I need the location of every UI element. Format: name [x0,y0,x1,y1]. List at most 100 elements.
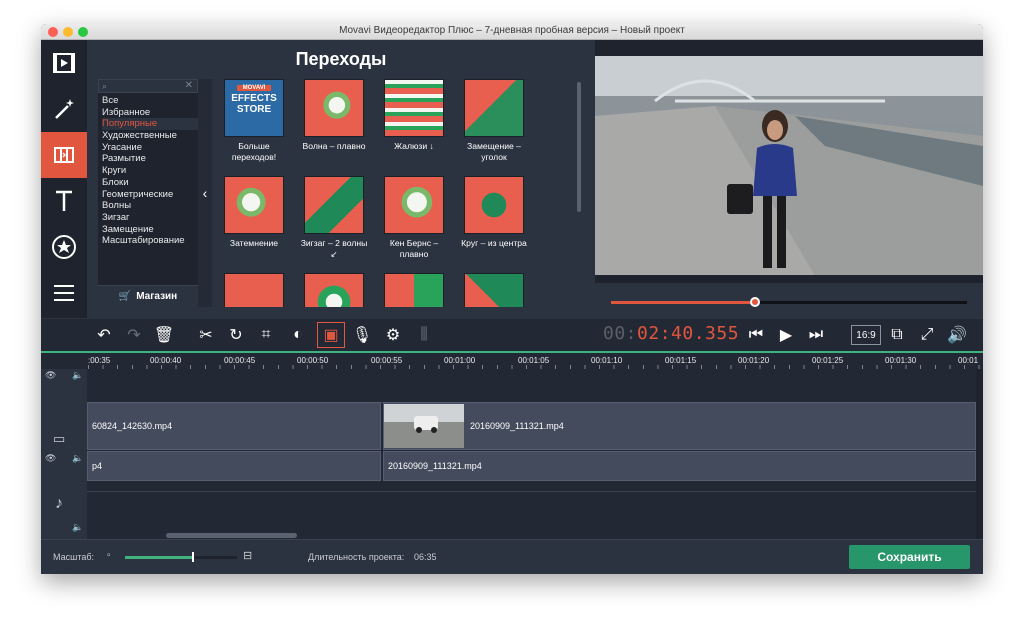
zoom-out-icon[interactable]: ▫ [107,550,111,561]
cut-button[interactable]: ✂ [192,322,220,348]
volume-icon: 🔊 [947,327,967,344]
category-item[interactable]: Избранное [102,107,198,119]
save-button[interactable]: Сохранить [849,545,970,569]
undo-button[interactable]: ↶ [90,322,118,348]
transitions-scrollbar[interactable] [577,82,581,212]
category-item[interactable]: Художественные [102,130,198,142]
stickers-button[interactable] [41,224,87,270]
eye-icon[interactable]: 👁 [45,453,56,464]
timeline: 👁 🔈 ▭ 👁 🔈 ♪ 🔈 60824_142630.mp4 20160909_… [41,369,983,539]
transition-tile[interactable]: Жалюзи ↓ [376,79,452,152]
category-item-selected[interactable]: Популярные [102,118,198,131]
preview-footer [595,275,983,283]
contrast-icon: ◐ [293,326,303,343]
category-search-input[interactable]: ⌕ ✕ [98,79,198,93]
eye-icon[interactable]: 👁 [45,370,56,381]
transition-tile[interactable] [216,273,292,307]
category-item[interactable]: Замещение [102,224,198,236]
fullscreen-button[interactable]: ⤢ [913,322,941,348]
ken-burns-thumbnail [384,176,444,234]
delete-button[interactable]: 🗑 [150,322,178,348]
transition-tile[interactable]: Волна – плавно [296,79,372,152]
aspect-ratio-button[interactable]: 16:9 [851,325,881,345]
list-icon [54,285,74,301]
category-item[interactable]: Волны [102,200,198,212]
transition-label: Волна – плавно [302,141,366,151]
category-item[interactable]: Блоки [102,177,198,189]
category-item[interactable]: Зигзаг [102,212,198,224]
skip-forward-button[interactable]: ⏭ [802,322,830,348]
transition-label: Затемнение [229,238,279,248]
clip-properties-button[interactable]: ⚙ [379,322,407,348]
timeline-vertical-scrollbar[interactable] [976,369,983,539]
video-clip[interactable]: 60824_142630.mp4 [87,402,381,450]
redo-button[interactable]: ↷ [120,322,148,348]
zoom-slider-handle[interactable] [192,552,195,562]
category-panel: ⌕ ✕ Все Избранное Популярные Художествен… [98,79,198,307]
video-track-icon: ▭ [53,431,66,446]
status-bar: Масштаб: ▫ ⊟ Длительность проекта: 06:35 [41,539,983,574]
partial-thumbnail [384,273,444,307]
skip-back-button[interactable]: ⏮ [742,322,770,348]
category-item[interactable]: Все [102,95,198,107]
timeline-horizontal-scrollbar[interactable] [166,533,297,538]
clip-thumbnail [384,404,464,448]
image-icon: ▣ [323,327,339,344]
fullscreen-icon: ⤢ [920,326,934,343]
transition-tile[interactable]: Замещение – уголок [456,79,532,163]
transition-tile[interactable]: Зигзаг – 2 волны ↙ [296,176,372,260]
partial-thumbnail [304,273,364,307]
track-divider [87,491,977,492]
speaker-icon[interactable]: 🔈 [72,453,83,464]
chevron-left-icon: ‹ [202,185,208,201]
import-media-button[interactable] [41,40,87,86]
timeline-ruler[interactable]: :00:35 00:00:40 00:00:45 00:00:50 00:00:… [41,351,983,370]
more-tools-button[interactable] [41,270,87,316]
zoom-in-icon[interactable]: ⊟ [243,549,252,562]
transition-tile[interactable] [456,273,532,307]
transitions-button[interactable] [41,132,87,178]
video-clip[interactable]: 20160909_111321.mp4 [383,402,976,450]
zoom-slider[interactable] [125,552,237,562]
store-line-2: STORE [236,104,272,115]
ruler-label: 00:01:25 [812,356,844,365]
store-brand: MOVAVI [237,85,271,91]
detach-preview-button[interactable]: ⧉ [883,322,911,348]
audio-clip[interactable]: p4 [87,451,381,481]
zoom-level-fill [125,556,193,559]
speaker-icon[interactable]: 🔈 [72,522,83,533]
pan-zoom-button[interactable]: ▣ [317,322,345,348]
track-headers: 👁 🔈 ▭ 👁 🔈 ♪ 🔈 [41,369,87,539]
rotate-button[interactable]: ↻ [222,322,250,348]
clear-search-icon[interactable]: ✕ [185,80,193,91]
record-voice-button[interactable]: 🎙 [348,322,376,348]
play-button[interactable]: ▶ [772,322,800,348]
transition-tile[interactable]: Затемнение [216,176,292,249]
equalizer-icon: ⫼ [420,326,428,343]
filters-button[interactable] [41,86,87,132]
transition-tile[interactable]: Круг – из центра [456,176,532,249]
titles-button[interactable] [41,178,87,224]
shop-label: Магазин [136,291,178,302]
category-item[interactable]: Угасание [102,142,198,154]
color-adjust-button[interactable]: ◐ [284,322,312,348]
volume-button[interactable]: 🔊 [943,322,971,348]
transition-tile[interactable]: Кен Бернс – плавно [376,176,452,260]
transition-tile-store[interactable]: MOVAVI EFFECTS STORE Больше переходов! [216,79,292,163]
speaker-icon[interactable]: 🔈 [72,370,83,381]
preview-header [595,40,983,56]
collapse-categories-button[interactable]: ‹ [198,79,212,307]
shop-button[interactable]: 🛒 Магазин [98,285,198,307]
undo-icon: ↶ [97,327,111,344]
transition-tile[interactable] [376,273,452,307]
playback-scrubber[interactable] [611,297,967,307]
crop-button[interactable]: ⌗ [252,322,280,348]
category-item[interactable]: Геометрические [102,189,198,201]
ruler-label: 00:01:10 [591,356,623,365]
equalizer-button[interactable]: ⫼ [410,322,438,348]
audio-clip[interactable]: 20160909_111321.mp4 [383,451,976,481]
category-item[interactable]: Масштабирование [102,235,198,247]
category-item[interactable]: Круги [102,165,198,177]
transition-tile[interactable] [296,273,372,307]
category-item[interactable]: Размытие [102,153,198,165]
